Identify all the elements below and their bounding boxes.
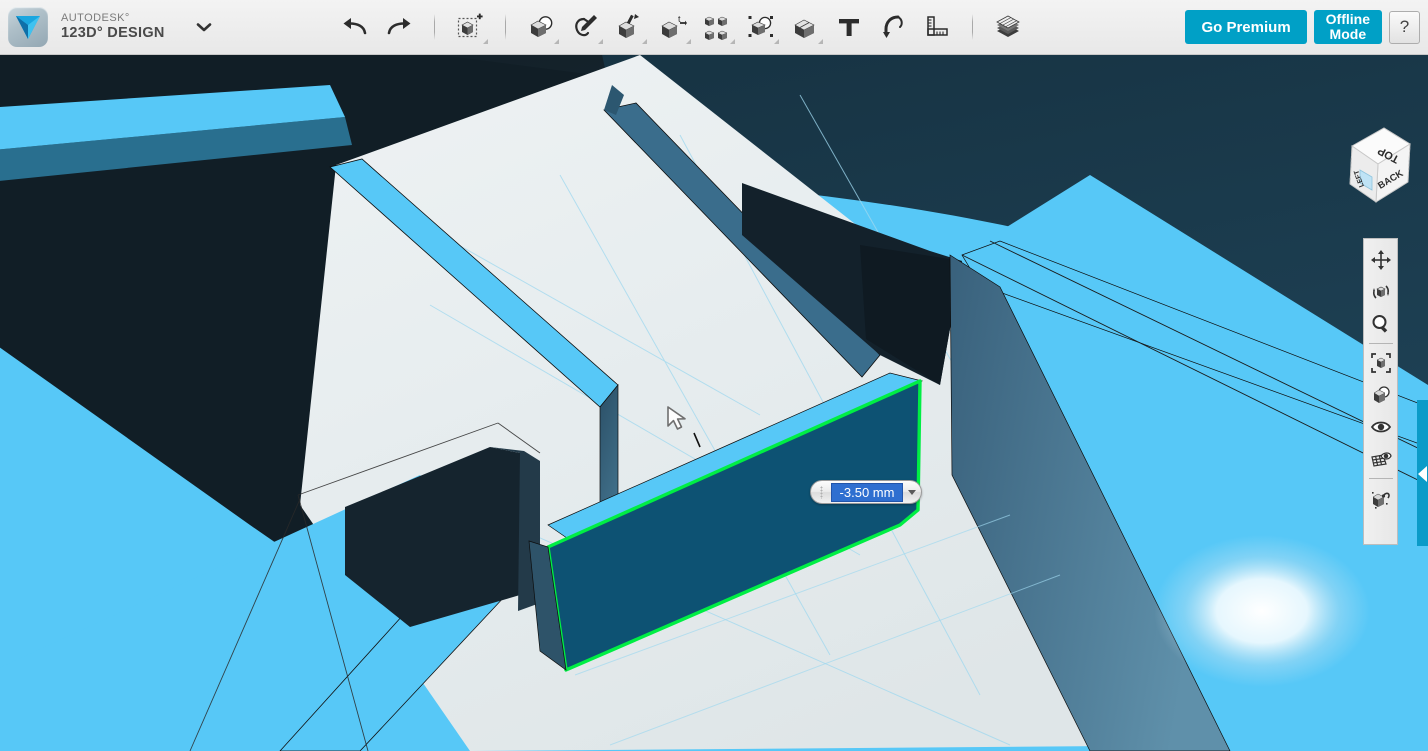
primitives-cube-sphere-icon (527, 13, 555, 41)
combine-cube-icon (791, 13, 819, 41)
brand-line-1: AUTODESK° (61, 12, 165, 25)
show-hide-button[interactable] (1365, 411, 1396, 443)
collapse-left-arrow-icon (1418, 466, 1427, 482)
pan-button[interactable] (1365, 244, 1396, 276)
visual-style-button[interactable] (1365, 379, 1396, 411)
nav-divider-2 (1369, 478, 1393, 479)
pan-four-arrows-icon (1370, 249, 1392, 271)
material-browser-button[interactable] (1365, 482, 1396, 514)
go-premium-button[interactable]: Go Premium (1185, 10, 1306, 44)
material-button[interactable] (989, 8, 1027, 46)
construct-extrude-icon (615, 13, 643, 41)
zoom-button[interactable] (1365, 308, 1396, 340)
text-button[interactable] (830, 8, 868, 46)
pattern-button[interactable] (698, 8, 736, 46)
orbit-button[interactable] (1365, 276, 1396, 308)
eye-icon (1370, 416, 1392, 438)
brand: AUTODESK° 123D° DESIGN (0, 7, 215, 47)
nav-divider-1 (1369, 343, 1393, 344)
dropdown-corner-icon (686, 39, 691, 44)
construct-button[interactable] (610, 8, 648, 46)
application-window: TOP BACK LEFT (0, 0, 1428, 751)
toolbar-divider-1 (434, 14, 435, 40)
orbit-cube-icon (1370, 281, 1392, 303)
chevron-down-icon (196, 22, 212, 32)
side-panel-handle[interactable] (1417, 400, 1428, 546)
zoom-magnifier-icon (1370, 313, 1392, 335)
modeling-group: t (519, 8, 959, 46)
modify-cube-arrows-icon: t (659, 13, 687, 41)
dimension-dropdown-button[interactable] (903, 481, 921, 503)
text-t-icon (835, 13, 863, 41)
fit-to-view-icon (1370, 352, 1392, 374)
grid-eye-icon (1370, 448, 1392, 470)
undo-button[interactable] (336, 8, 374, 46)
redo-arrow-icon (386, 16, 412, 38)
3d-viewport[interactable]: TOP BACK LEFT (0, 55, 1428, 751)
view-cube[interactable]: TOP BACK LEFT (1322, 120, 1414, 215)
history-group (333, 8, 421, 46)
redo-button[interactable] (380, 8, 418, 46)
material-stack-icon (993, 13, 1023, 41)
measure-button[interactable] (918, 8, 956, 46)
drag-grip-icon[interactable] (811, 481, 831, 503)
brand-line-2: 123D° DESIGN (61, 25, 165, 42)
help-button[interactable]: ? (1389, 11, 1420, 44)
paint-cube-icon (1370, 487, 1392, 509)
3d-scene (0, 55, 1428, 751)
brand-text: AUTODESK° 123D° DESIGN (61, 12, 165, 42)
grouping-button[interactable] (742, 8, 780, 46)
dropdown-corner-icon (483, 39, 488, 44)
autodesk-123d-logo-icon[interactable] (8, 7, 48, 47)
navigation-toolbar (1363, 238, 1398, 545)
dropdown-corner-icon (598, 39, 603, 44)
grouping-cube-circle-icon (747, 13, 775, 41)
measure-ruler-icon (923, 13, 951, 41)
dropdown-corner-icon (730, 39, 735, 44)
dimension-input[interactable] (831, 483, 903, 502)
visual-style-cube-icon (1370, 384, 1392, 406)
snap-button[interactable] (874, 8, 912, 46)
dropdown-corner-icon (642, 39, 647, 44)
chevron-down-icon (908, 490, 916, 495)
snap-magnet-icon (879, 13, 907, 41)
modify-button[interactable]: t (654, 8, 692, 46)
dimension-input-widget[interactable] (810, 480, 922, 504)
dropdown-corner-icon (554, 39, 559, 44)
toolbar-divider-2 (505, 14, 506, 40)
offline-mode-button[interactable]: Offline Mode (1314, 10, 1382, 44)
pattern-four-cubes-icon (703, 13, 731, 41)
sketch-button[interactable] (566, 8, 604, 46)
dropdown-corner-icon (818, 39, 823, 44)
sketch-pencil-icon (571, 13, 599, 41)
combine-button[interactable] (786, 8, 824, 46)
toolbar-divider-3 (972, 14, 973, 40)
top-toolbar: AUTODESK° 123D° DESIGN (0, 0, 1428, 55)
transform-button[interactable] (451, 8, 489, 46)
primitives-button[interactable] (522, 8, 560, 46)
fit-button[interactable] (1365, 347, 1396, 379)
grid-snap-button[interactable] (1365, 443, 1396, 475)
undo-arrow-icon (342, 16, 368, 38)
main-menu-button[interactable] (193, 16, 215, 38)
dropdown-corner-icon (774, 39, 779, 44)
transform-cube-icon (456, 13, 484, 41)
